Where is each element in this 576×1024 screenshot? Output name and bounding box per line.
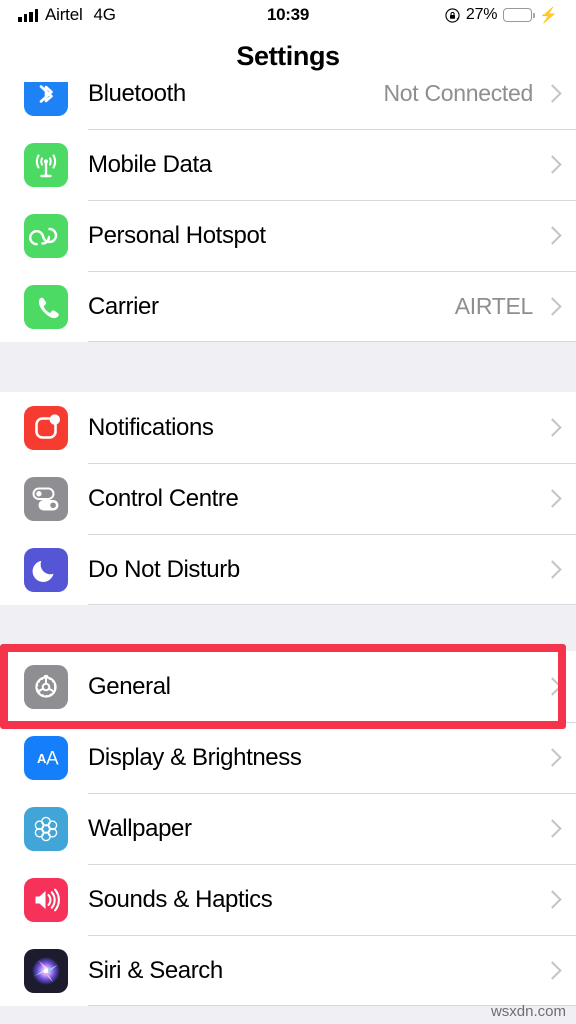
section-gap [0, 342, 576, 392]
settings-section-general-group: General A A Display & Brightness Wallpape… [0, 651, 576, 1006]
settings-row-sounds-haptics[interactable]: Sounds & Haptics [0, 864, 576, 935]
settings-row-label: Personal Hotspot [88, 221, 266, 249]
settings-row-personal-hotspot[interactable]: Personal Hotspot [0, 200, 576, 271]
settings-list[interactable]: Bluetooth Not Connected Mobile Data Perso… [0, 82, 576, 1024]
section-gap [0, 605, 576, 651]
settings-row-label: Carrier [88, 292, 159, 320]
chevron-right-icon [545, 559, 558, 581]
chevron-right-icon [545, 747, 558, 769]
chevron-right-icon [545, 960, 558, 982]
mobile-data-icon [24, 142, 68, 187]
settings-section-notifications-group: Notifications Control Centre Do Not Dist… [0, 392, 576, 605]
status-bar-right: 27% ⚡ [445, 6, 558, 24]
chevron-right-icon [545, 818, 558, 840]
settings-row-label: Sounds & Haptics [88, 885, 273, 913]
status-bar-left: Airtel 4G [18, 5, 116, 25]
sounds-haptics-icon [24, 877, 68, 922]
rotation-lock-icon [445, 7, 460, 23]
settings-row-value: Not Connected [383, 82, 533, 106]
settings-row-control-centre[interactable]: Control Centre [0, 463, 576, 534]
personal-hotspot-icon [24, 213, 68, 258]
settings-row-label: Control Centre [88, 484, 239, 512]
status-carrier-name: Airtel [45, 5, 83, 24]
bluetooth-icon [24, 82, 68, 116]
settings-row-label: Notifications [88, 413, 214, 441]
phone-screen: Airtel 4G 10:39 27% ⚡ Settings Bluetooth… [0, 0, 576, 1024]
battery-percentage: 27% [465, 6, 498, 23]
settings-row-mobile-data[interactable]: Mobile Data [0, 129, 576, 200]
settings-row-value: AIRTEL [454, 293, 534, 319]
chevron-right-icon [545, 889, 558, 911]
battery-icon [503, 8, 536, 22]
chevron-right-icon [545, 154, 558, 176]
status-bar: Airtel 4G 10:39 27% ⚡ [0, 0, 576, 30]
settings-row-bluetooth[interactable]: Bluetooth Not Connected [0, 82, 576, 129]
chevron-right-icon [545, 83, 558, 105]
settings-row-label: Do Not Disturb [88, 555, 240, 583]
settings-row-general[interactable]: General [0, 651, 576, 722]
settings-row-label: Bluetooth [88, 82, 186, 107]
charging-bolt-icon: ⚡ [539, 6, 558, 24]
control-centre-icon [24, 476, 68, 521]
settings-row-label: Siri & Search [88, 956, 223, 984]
carrier-phone-icon [24, 284, 68, 329]
do-not-disturb-icon [24, 547, 68, 592]
signal-bars-icon [18, 8, 38, 22]
chevron-right-icon [545, 417, 558, 439]
settings-row-display-brightness[interactable]: A A Display & Brightness [0, 722, 576, 793]
settings-row-label: General [88, 672, 171, 700]
display-brightness-icon: A A [24, 735, 68, 780]
settings-section-connectivity: Bluetooth Not Connected Mobile Data Perso… [0, 82, 576, 342]
navigation-bar: Settings [0, 30, 576, 82]
settings-row-label: Display & Brightness [88, 743, 302, 771]
settings-row-wallpaper[interactable]: Wallpaper [0, 793, 576, 864]
gear-icon [24, 664, 68, 709]
svg-text:A: A [46, 748, 59, 769]
wallpaper-icon [24, 806, 68, 851]
siri-search-icon [24, 948, 68, 993]
settings-row-siri-search[interactable]: Siri & Search [0, 935, 576, 1006]
chevron-right-icon [545, 225, 558, 247]
settings-row-label: Wallpaper [88, 814, 192, 842]
page-title: Settings [236, 40, 340, 71]
chevron-right-icon [545, 296, 558, 318]
chevron-right-icon [545, 676, 558, 698]
chevron-right-icon [545, 488, 558, 510]
settings-row-notifications[interactable]: Notifications [0, 392, 576, 463]
settings-row-label: Mobile Data [88, 150, 212, 178]
settings-row-do-not-disturb[interactable]: Do Not Disturb [0, 534, 576, 605]
notifications-icon [24, 405, 68, 450]
settings-row-carrier[interactable]: Carrier AIRTEL [0, 271, 576, 342]
status-network-type: 4G [93, 5, 116, 24]
watermark: wsxdn.com [490, 1003, 566, 1020]
